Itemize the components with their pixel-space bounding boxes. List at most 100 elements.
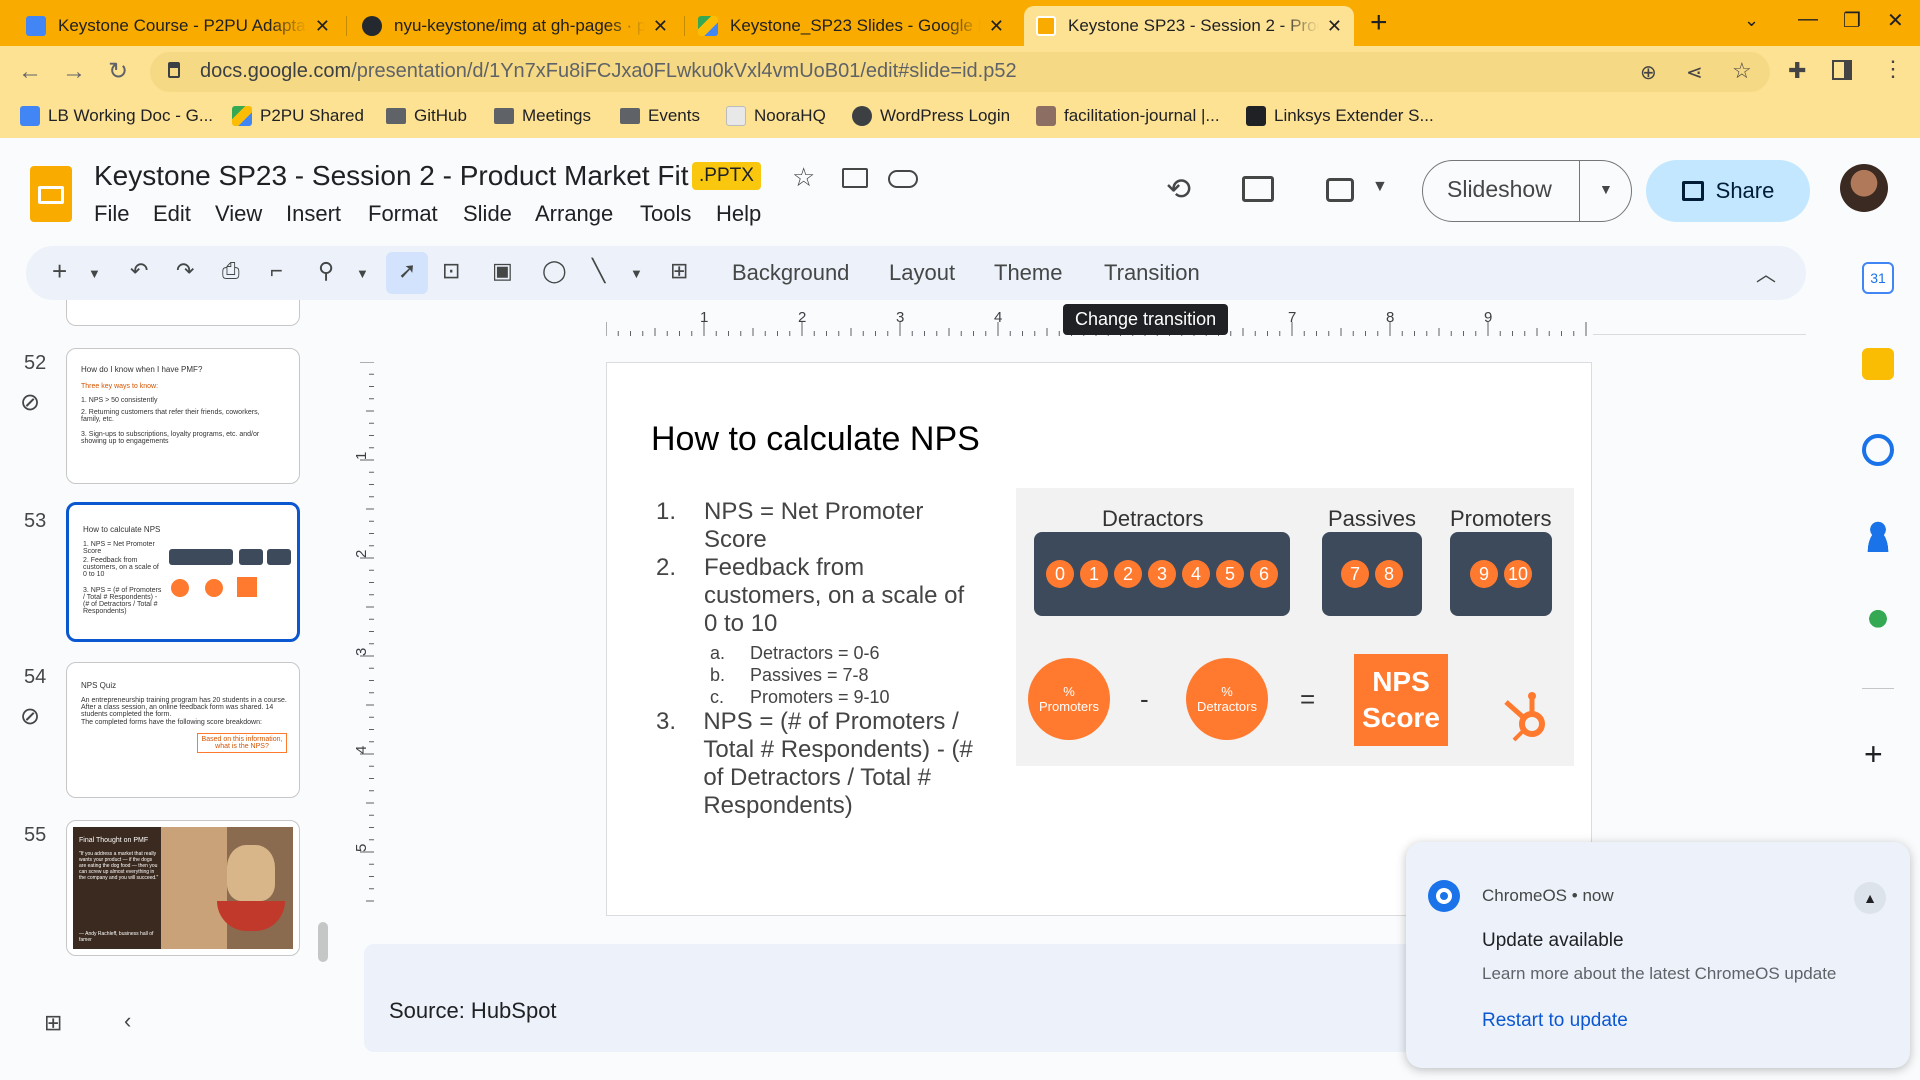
collapse-menus-icon[interactable]: ︿ — [1756, 258, 1776, 287]
minimize-icon[interactable]: — — [1798, 8, 1818, 31]
browser-tab-1[interactable]: Keystone Course - P2PU Adaptat ✕ — [14, 6, 342, 46]
score-dot: 9 — [1470, 560, 1498, 588]
bookmark-github[interactable]: GitHub — [386, 106, 467, 126]
tooltip: Change transition — [1063, 304, 1229, 335]
bookmark-star-icon[interactable]: ☆ — [1732, 58, 1752, 84]
window-close-icon[interactable]: ✕ — [1887, 8, 1904, 33]
document-title[interactable]: Keystone SP23 - Session 2 - Product Mark… — [94, 160, 688, 192]
line-icon[interactable]: ╲ — [592, 258, 605, 284]
print-icon[interactable]: ⎙ — [222, 258, 240, 284]
menu-view[interactable]: View — [215, 201, 262, 227]
extensions-icon[interactable]: ✚ — [1788, 58, 1806, 84]
browser-menu-icon[interactable]: ⋮ — [1882, 56, 1904, 82]
restart-to-update-button[interactable]: Restart to update — [1482, 1010, 1628, 1032]
keep-icon[interactable] — [1862, 348, 1894, 380]
version-history-icon[interactable]: ⟲ — [1166, 172, 1191, 207]
chevron-down-icon[interactable]: ▼ — [88, 266, 101, 281]
avatar[interactable] — [1840, 164, 1888, 212]
bookmark-events[interactable]: Events — [620, 106, 700, 126]
chevron-down-icon[interactable]: ▼ — [356, 266, 369, 281]
back-icon[interactable]: ← — [18, 58, 42, 86]
file-type-badge[interactable]: .PPTX — [692, 162, 761, 190]
slide-body[interactable]: 1. NPS = Net Promoter Score 2. Feedback … — [656, 498, 986, 820]
tasks-icon[interactable] — [1862, 434, 1894, 466]
slide-thumbnail-54[interactable]: NPS Quiz An entrepreneurship training pr… — [66, 662, 300, 798]
move-folder-icon[interactable] — [842, 168, 868, 188]
bookmark-wordpress-login[interactable]: WordPress Login — [852, 106, 1010, 126]
menu-format[interactable]: Format — [368, 201, 438, 227]
share-page-icon[interactable]: ⋖ — [1686, 60, 1703, 85]
collapse-notification-button[interactable]: ▲ — [1854, 882, 1886, 914]
menu-arrange[interactable]: Arrange — [535, 201, 613, 227]
cursor-icon[interactable]: ➚ — [398, 258, 416, 284]
slide-thumbnail-53-selected[interactable]: How to calculate NPS 1. NPS = Net Promot… — [66, 502, 300, 642]
chromeos-notification[interactable] — [1406, 842, 1910, 1068]
add-comment-icon[interactable]: ⊞ — [670, 258, 688, 284]
slide-thumbnail-55[interactable]: Final Thought on PMF "If you address a m… — [66, 820, 300, 956]
bookmark-noorahq[interactable]: NooraHQ — [726, 106, 826, 126]
close-icon[interactable]: ✕ — [1327, 16, 1342, 37]
menu-help[interactable]: Help — [716, 201, 761, 227]
get-addons-icon[interactable]: + — [1864, 736, 1883, 773]
slide-thumbnail-51[interactable] — [66, 300, 300, 326]
comments-icon[interactable] — [1242, 176, 1274, 202]
close-icon[interactable]: ✕ — [989, 16, 1004, 37]
paint-format-icon[interactable]: ⌐ — [270, 258, 283, 284]
zoom-icon[interactable]: ⊕ — [1640, 60, 1657, 85]
chevron-down-icon[interactable]: ▼ — [630, 266, 643, 281]
close-icon[interactable]: ✕ — [653, 16, 668, 37]
bookmark-meetings[interactable]: Meetings — [494, 106, 591, 126]
browser-tab-4-active[interactable]: Keystone SP23 - Session 2 - Prod ✕ — [1024, 6, 1354, 46]
collapse-filmstrip-icon[interactable]: ‹ — [124, 1008, 131, 1034]
vertical-ruler[interactable]: 1 2 3 4 5 — [346, 362, 376, 916]
theme-button[interactable]: Theme — [994, 260, 1062, 286]
menu-slide[interactable]: Slide — [463, 201, 512, 227]
bookmark-p2pu-shared[interactable]: P2PU Shared — [232, 106, 364, 126]
side-panel-icon[interactable] — [1832, 60, 1852, 80]
slideshow-button[interactable]: Slideshow ▼ — [1422, 160, 1632, 222]
menu-insert[interactable]: Insert — [286, 201, 341, 227]
slide-title[interactable]: How to calculate NPS — [651, 420, 980, 459]
maps-icon[interactable] — [1862, 606, 1894, 638]
speaker-notes-text[interactable]: Source: HubSpot — [389, 998, 557, 1024]
calendar-icon[interactable]: 31 — [1862, 262, 1894, 294]
bookmark-lb-working-doc[interactable]: LB Working Doc - G... — [20, 106, 213, 126]
chevron-down-icon[interactable]: ▼ — [1372, 178, 1388, 196]
lock-icon[interactable] — [168, 62, 180, 78]
undo-icon[interactable]: ↶ — [130, 258, 148, 284]
slides-logo-icon[interactable] — [30, 166, 72, 222]
zoom-icon[interactable]: ⚲ — [318, 258, 334, 284]
sub-text: Passives = 7-8 — [750, 665, 869, 685]
meet-camera-icon[interactable] — [1326, 178, 1354, 202]
menu-edit[interactable]: Edit — [153, 201, 191, 227]
menu-tools[interactable]: Tools — [640, 201, 691, 227]
star-icon[interactable]: ☆ — [792, 162, 815, 193]
redo-icon[interactable]: ↷ — [176, 258, 194, 284]
forward-icon[interactable]: → — [62, 58, 86, 86]
share-button[interactable]: Share — [1646, 160, 1810, 222]
nps-graphic[interactable]: Detractors Passives Promoters 0 1 2 3 4 … — [1016, 488, 1574, 766]
bookmark-linksys[interactable]: Linksys Extender S... — [1246, 106, 1434, 126]
browser-tab-2[interactable]: nyu-keystone/img at gh-pages · p ✕ — [350, 6, 680, 46]
reload-icon[interactable]: ↻ — [108, 57, 128, 86]
close-icon[interactable]: ✕ — [315, 16, 330, 37]
transition-button[interactable]: Transition — [1104, 260, 1200, 286]
shape-icon[interactable]: ◯ — [542, 258, 567, 284]
image-icon[interactable]: ▣ — [492, 258, 513, 284]
layout-button[interactable]: Layout — [889, 260, 955, 286]
filmstrip-scrollbar[interactable] — [318, 922, 328, 962]
bookmark-facilitation-journal[interactable]: facilitation-journal |... — [1036, 106, 1220, 126]
contacts-icon[interactable] — [1862, 520, 1894, 552]
tab-search-icon[interactable]: ⌄ — [1744, 10, 1759, 31]
slide-thumbnail-52[interactable]: How do I know when I have PMF? Three key… — [66, 348, 300, 484]
background-button[interactable]: Background — [732, 260, 849, 286]
chevron-down-icon[interactable]: ▼ — [1599, 181, 1613, 197]
restore-icon[interactable]: ❐ — [1843, 8, 1861, 33]
new-tab-button[interactable]: + — [1370, 6, 1388, 40]
new-slide-icon[interactable]: + — [52, 256, 67, 287]
grid-view-icon[interactable]: ⊞ — [44, 1010, 62, 1036]
textbox-icon[interactable]: ⊡ — [442, 258, 460, 284]
browser-tab-3[interactable]: Keystone_SP23 Slides - Google D ✕ — [686, 6, 1016, 46]
cloud-status-icon[interactable] — [888, 170, 918, 188]
menu-file[interactable]: File — [94, 201, 129, 227]
